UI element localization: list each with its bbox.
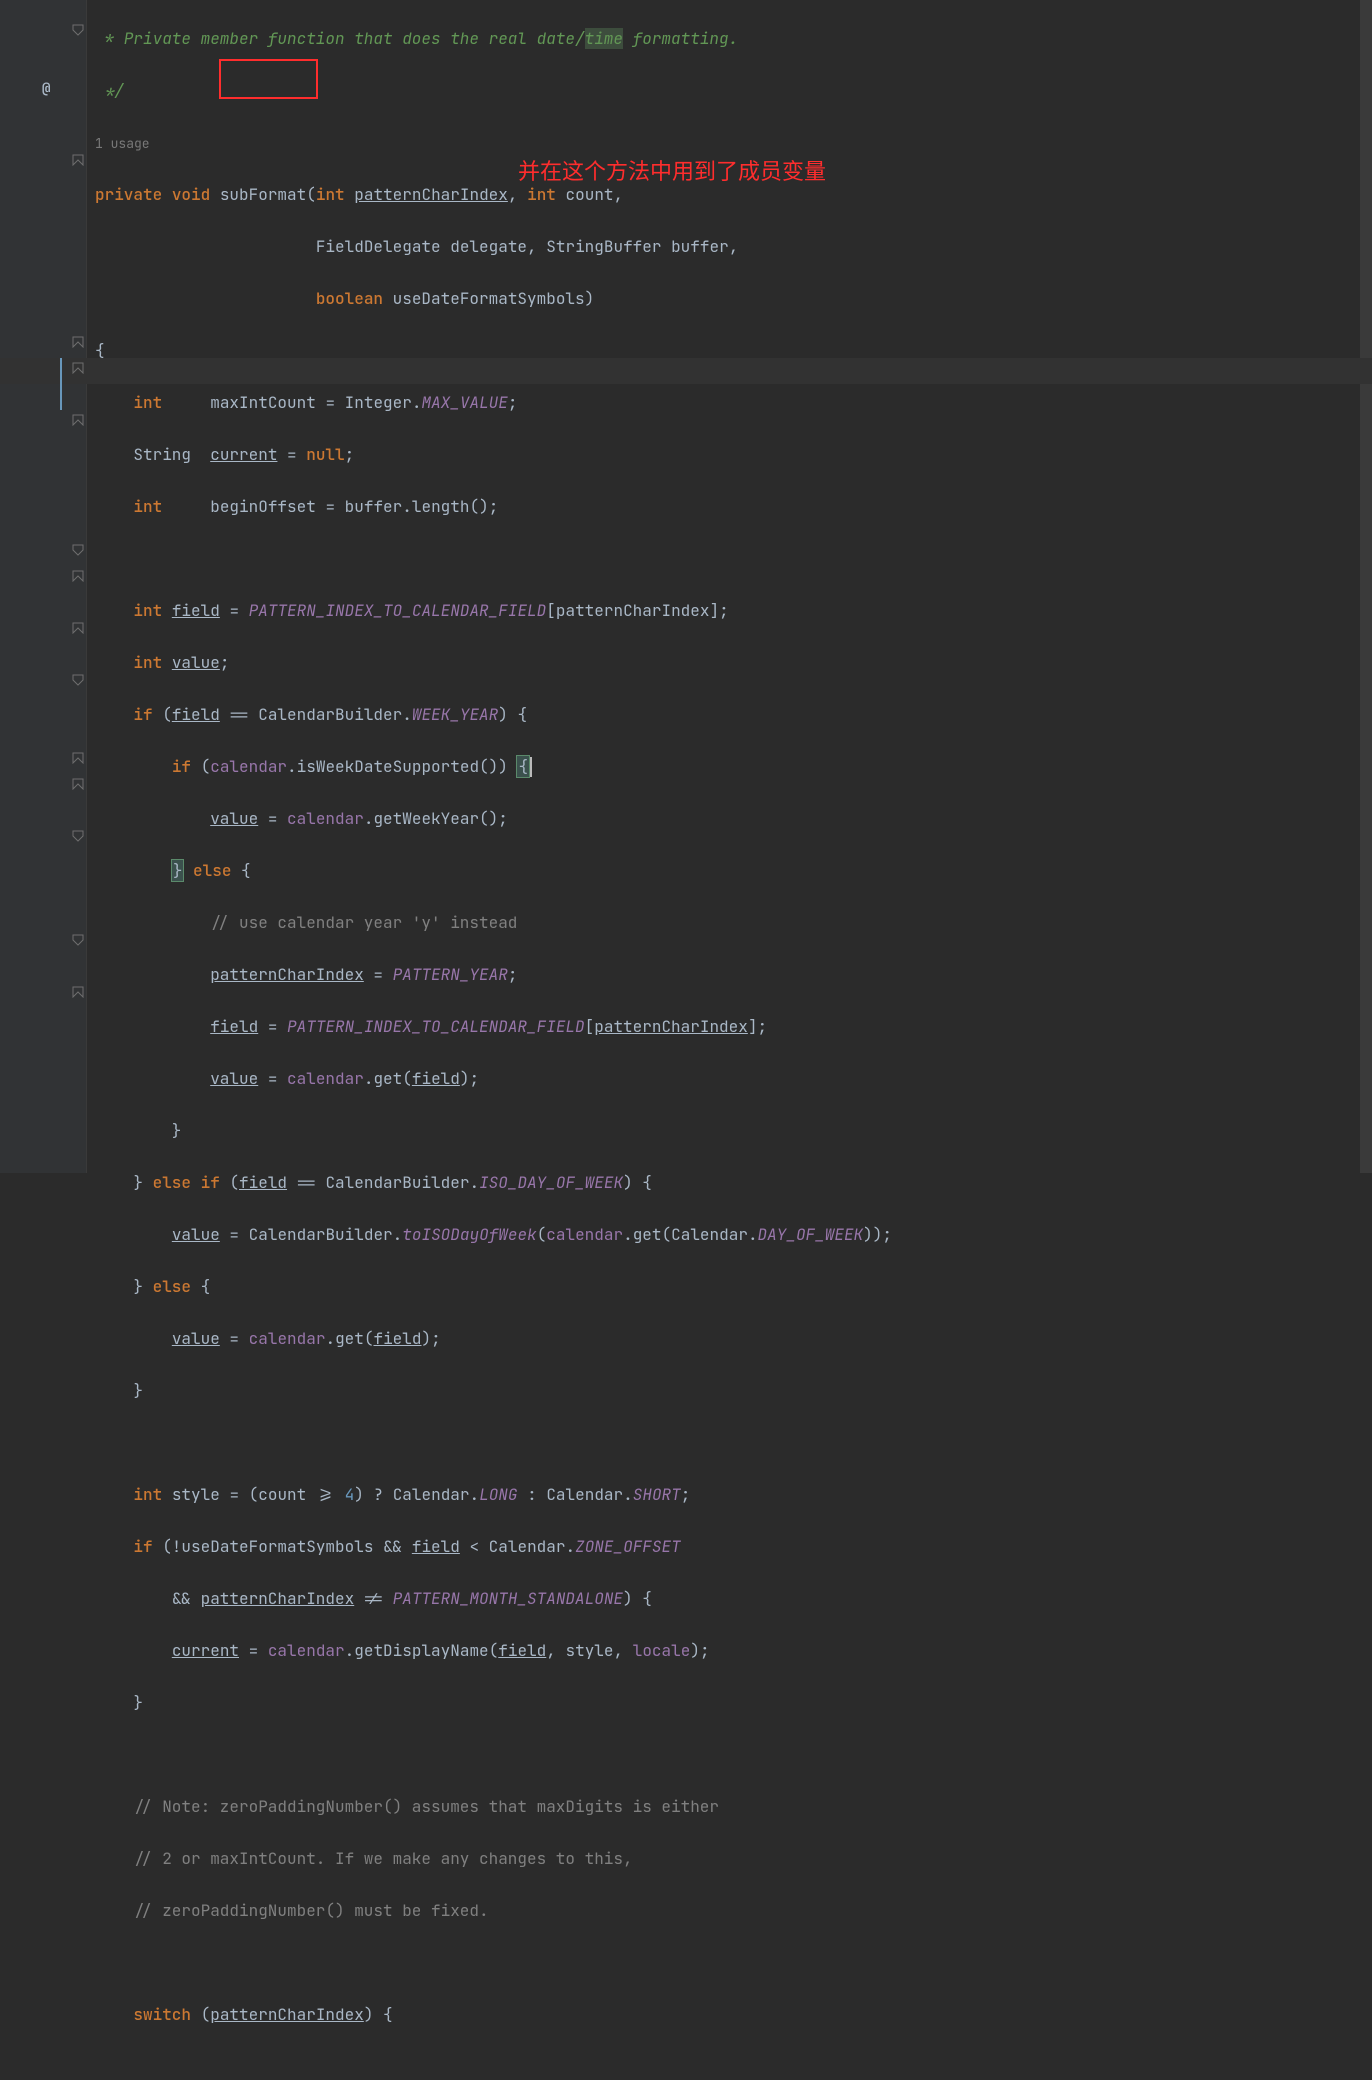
fold-end-icon[interactable]: [72, 674, 84, 686]
javadoc-line: * Private member function that does the …: [95, 28, 738, 49]
fold-start-icon[interactable]: [72, 154, 84, 166]
vcs-change-marker: [60, 358, 62, 410]
method-name: subFormat: [220, 184, 306, 205]
code-content[interactable]: * Private member function that does the …: [95, 0, 1372, 2080]
fold-start-icon[interactable]: [72, 414, 84, 426]
fold-start-icon[interactable]: [72, 778, 84, 790]
text-caret: [530, 757, 532, 777]
code-editor[interactable]: @ * Private member function that does th…: [0, 0, 1372, 1173]
method-signature: private void subFormat(int patternCharIn…: [95, 182, 1372, 208]
override-icon[interactable]: @: [42, 76, 50, 102]
fold-start-icon[interactable]: [72, 986, 84, 998]
usage-hint[interactable]: 1 usage: [95, 135, 150, 152]
fold-start-icon[interactable]: [72, 622, 84, 634]
fold-end-icon[interactable]: [72, 544, 84, 556]
fold-start-icon[interactable]: [72, 336, 84, 348]
fold-end-icon[interactable]: [72, 934, 84, 946]
fold-end-icon[interactable]: [72, 830, 84, 842]
fold-end-icon[interactable]: [72, 24, 84, 36]
fold-start-icon[interactable]: [72, 570, 84, 582]
javadoc-end: */: [95, 80, 124, 101]
fold-start-icon[interactable]: [72, 752, 84, 764]
fold-start-icon[interactable]: [72, 362, 84, 374]
